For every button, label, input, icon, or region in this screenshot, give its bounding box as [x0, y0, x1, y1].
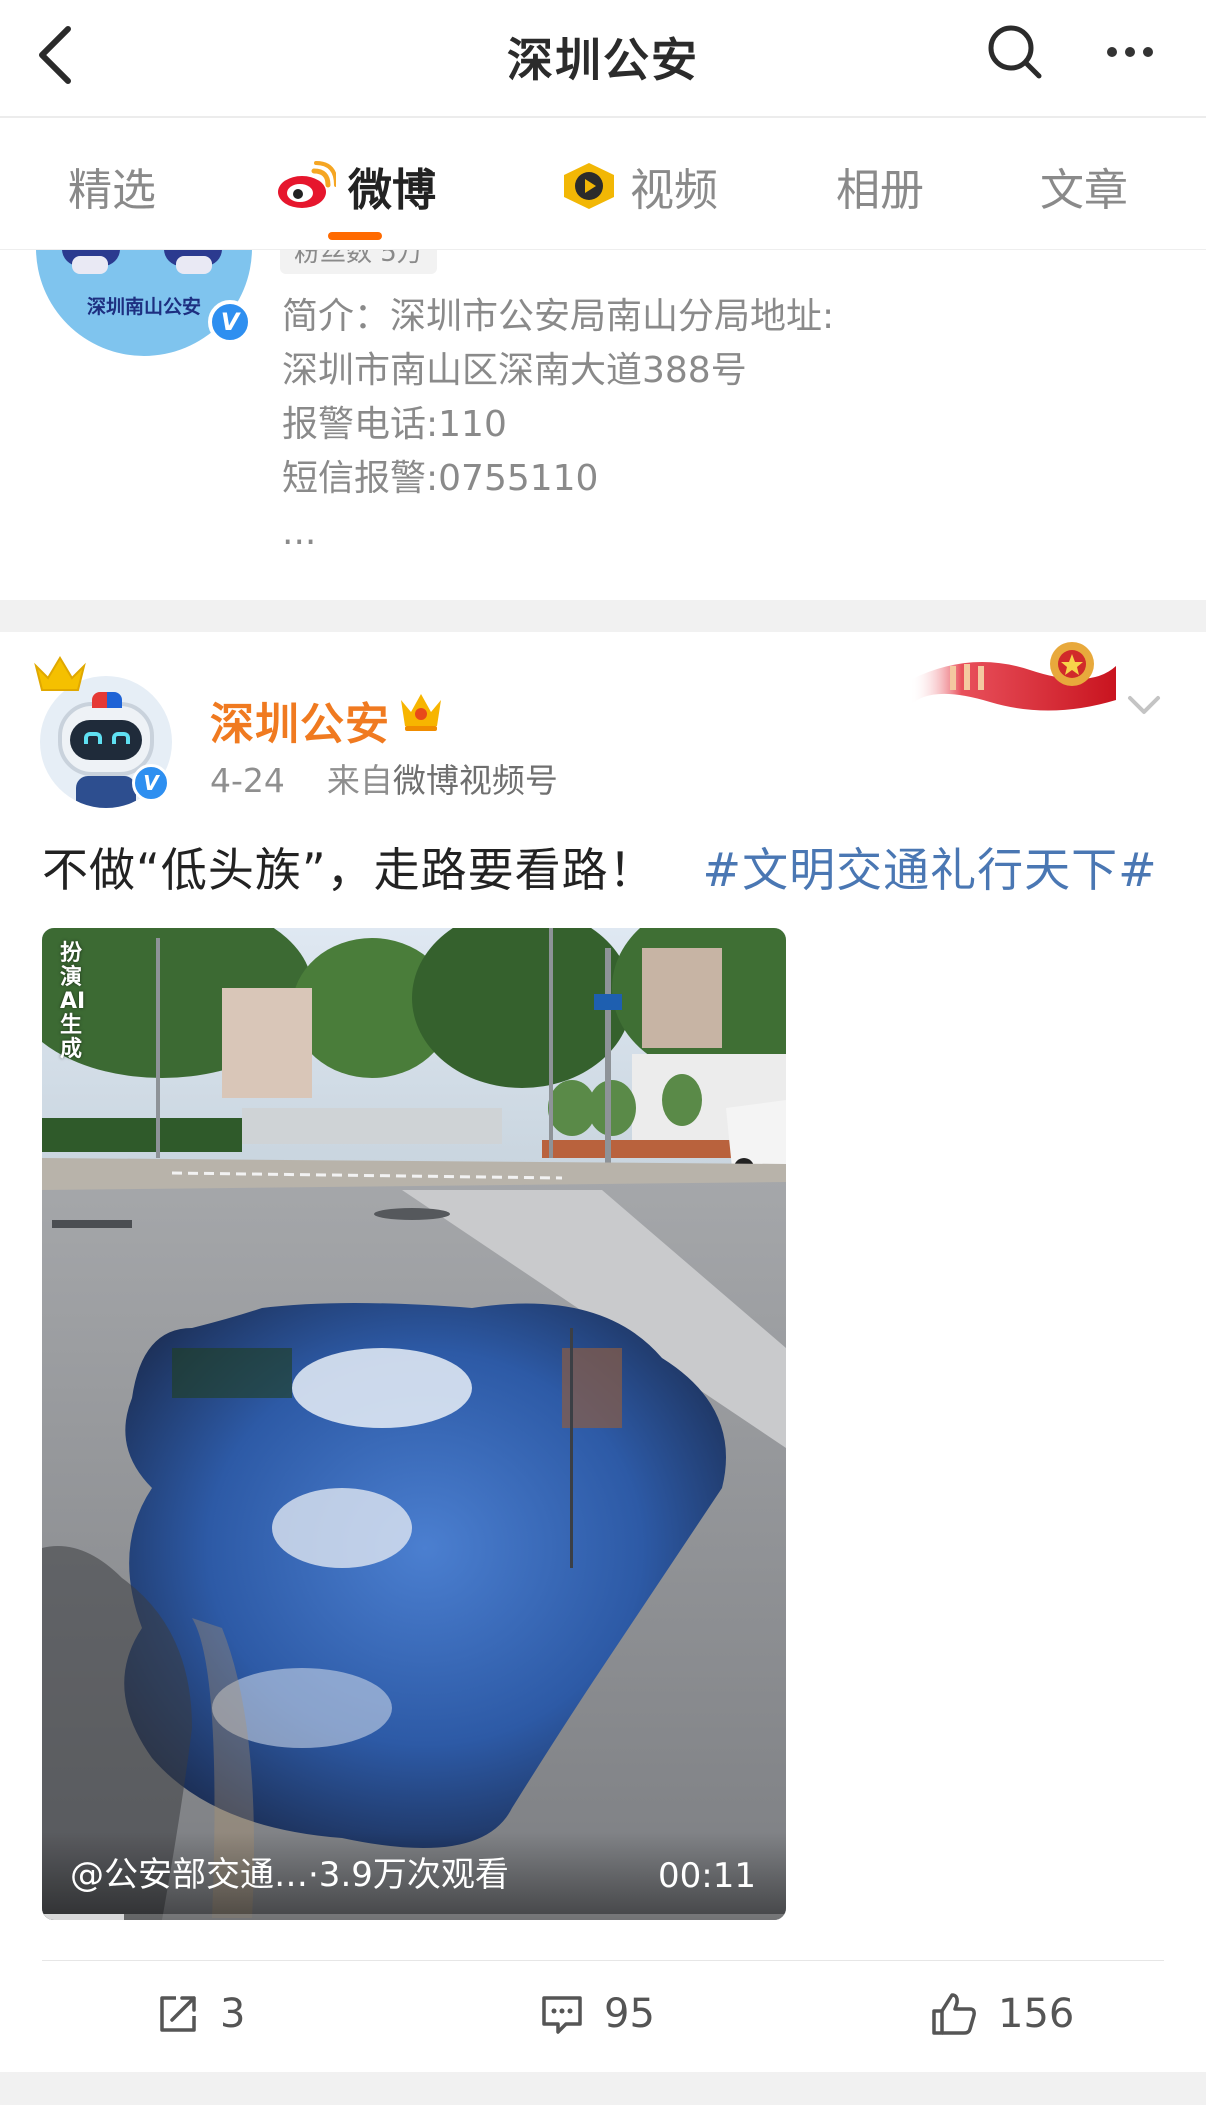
section-divider	[0, 2072, 1206, 2105]
tab-weibo[interactable]: 微博	[276, 156, 436, 216]
share-button[interactable]: 3	[156, 1978, 245, 2050]
tab-label: 相册	[836, 165, 924, 216]
section-divider	[0, 600, 1206, 632]
search-icon	[988, 25, 1042, 79]
video-source-views[interactable]: @公安部交通…·3.9万次观看	[70, 1847, 509, 1896]
avatar-figure	[92, 692, 122, 708]
share-count: 3	[220, 1991, 246, 2037]
post-action-bar: 3 95 156	[0, 1978, 1206, 2050]
tab-album[interactable]: 相册	[836, 156, 924, 216]
vip-crown-icon[interactable]	[398, 690, 444, 738]
tab-articles[interactable]: 文章	[1040, 156, 1128, 216]
post-menu-button[interactable]	[1122, 688, 1166, 724]
chevron-down-icon	[1128, 696, 1160, 714]
tab-label: 视频	[630, 165, 718, 216]
crown-icon	[34, 654, 86, 698]
avatar-figure	[176, 256, 212, 274]
tab-label: 微博	[348, 165, 436, 216]
profile-info: 深圳南山公安 V 粉丝数 5万 简介：深圳市公安局南山分局地址: 深圳市南山区深…	[0, 250, 1206, 600]
active-tab-indicator	[328, 232, 382, 240]
avatar-figure	[70, 720, 142, 760]
profile-intro[interactable]: 简介：深圳市公安局南山分局地址: 深圳市南山区深南大道388号 报警电话:110…	[282, 290, 834, 560]
more-options-button[interactable]	[1098, 28, 1162, 76]
intro-line: ...	[282, 512, 317, 553]
ai-generated-label: 扮演AI生成	[60, 941, 86, 1062]
verified-badge-icon: V	[132, 764, 170, 802]
tab-video[interactable]: 视频	[560, 156, 718, 216]
tab-label: 文章	[1040, 165, 1128, 216]
tab-label: 精选	[68, 165, 156, 216]
post-text: 不做“低头族”，走路要看路！ #文明交通礼行天下#	[42, 834, 1158, 900]
avatar-figure	[112, 732, 130, 744]
like-count: 156	[998, 1991, 1075, 2037]
like-button[interactable]: 156	[930, 1978, 1074, 2050]
post-meta: 4-24 来自微博视频号	[210, 754, 558, 802]
top-navigation-bar: 深圳公安	[0, 0, 1206, 118]
avatar-figure	[84, 732, 102, 744]
intro-line: 深圳市南山区深南大道388号	[282, 350, 747, 391]
post-body-text: 不做“低头族”，走路要看路！	[42, 843, 656, 897]
profile-tabs: 精选 微博 视频 相册 文章	[0, 118, 1206, 250]
more-dot-icon	[1143, 47, 1153, 57]
decorative-banner-image	[910, 640, 1116, 720]
comment-icon	[542, 1996, 582, 2034]
intro-line: 短信报警:0755110	[282, 458, 599, 499]
intro-line: 报警电话:110	[282, 404, 507, 445]
comment-count: 95	[604, 1991, 655, 2037]
verified-badge-icon: V	[208, 300, 252, 344]
more-dot-icon	[1125, 47, 1135, 57]
avatar-figure	[72, 256, 108, 274]
author-name[interactable]: 深圳公安	[210, 688, 390, 752]
video-progress-bar	[42, 1914, 786, 1920]
comment-button[interactable]: 95	[540, 1978, 655, 2050]
more-dot-icon	[1107, 47, 1117, 57]
divider	[42, 1960, 1164, 1961]
intro-line: 简介：深圳市公安局南山分局地址:	[282, 296, 835, 337]
share-icon	[160, 1996, 196, 2032]
post-card: V 深圳公安 4-24 来自微博视频号 不做“低头族”，走路要看路！ #文明交通…	[0, 632, 1206, 2072]
video-player[interactable]: 扮演AI生成 @公安部交通…·3.9万次观看 00:11	[42, 928, 786, 1920]
video-progress-fill	[42, 1914, 124, 1920]
hashtag-link[interactable]: #文明交通礼行天下#	[703, 843, 1158, 897]
thumbs-up-icon	[932, 1993, 976, 2035]
video-thumbnail	[42, 928, 786, 1920]
fans-count: 粉丝数 5万	[280, 250, 437, 274]
tab-featured[interactable]: 精选	[68, 156, 156, 216]
weibo-logo-icon	[276, 161, 336, 211]
video-duration: 00:11	[658, 1856, 756, 1896]
post-source-link[interactable]: 微博视频号	[393, 761, 558, 800]
avatar-figure	[76, 776, 136, 808]
search-button[interactable]	[985, 22, 1045, 82]
video-channel-icon	[560, 161, 618, 211]
post-date: 4-24	[210, 761, 285, 800]
source-prefix: 来自	[326, 761, 393, 800]
